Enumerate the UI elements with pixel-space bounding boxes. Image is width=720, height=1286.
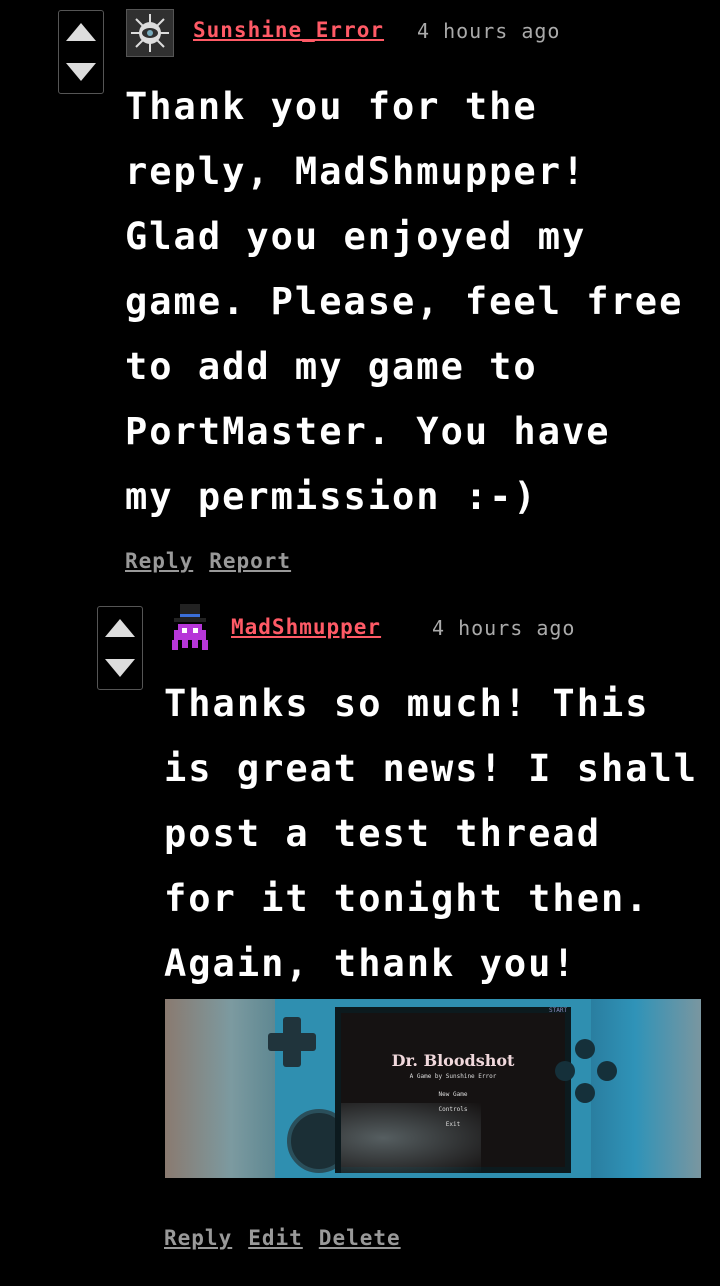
purple-invader-top-hat-icon xyxy=(172,604,208,650)
comment-body: Thanks so much! This is great news! I sh… xyxy=(164,682,699,985)
comment-timestamp: 4 hours ago xyxy=(432,616,576,640)
device-screen: Dr. Bloodshot A Game by Sunshine Error N… xyxy=(335,1007,571,1173)
eye-emblem-icon xyxy=(127,10,173,56)
delete-button[interactable]: Delete xyxy=(319,1226,401,1250)
downvote-button[interactable] xyxy=(66,63,96,81)
console-right-side xyxy=(591,999,701,1178)
game-title: Dr. Bloodshot xyxy=(391,1051,515,1070)
dpad-icon xyxy=(268,1033,316,1051)
avatar[interactable] xyxy=(126,9,174,57)
comment-actions: Reply Edit Delete xyxy=(164,1226,401,1250)
console-button-icon xyxy=(575,1083,595,1103)
comment-author[interactable]: Sunshine_Error xyxy=(193,18,384,42)
comment-author[interactable]: MadShmupper xyxy=(231,615,381,639)
comment-timestamp: 4 hours ago xyxy=(417,19,561,43)
upvote-button[interactable] xyxy=(105,619,135,637)
attached-image[interactable]: Dr. Bloodshot A Game by Sunshine Error N… xyxy=(165,999,701,1178)
vote-box xyxy=(97,606,143,690)
upvote-button[interactable] xyxy=(66,23,96,41)
edit-button[interactable]: Edit xyxy=(248,1226,303,1250)
report-button[interactable]: Report xyxy=(209,549,291,573)
comment-actions: Reply Report xyxy=(125,549,291,573)
reply-button[interactable]: Reply xyxy=(164,1226,232,1250)
game-menu-item: Exit xyxy=(445,1121,461,1128)
device-label: START xyxy=(549,1007,568,1014)
downvote-button[interactable] xyxy=(105,659,135,677)
screen-glare xyxy=(341,1103,481,1173)
game-menu-item: Controls xyxy=(438,1106,468,1113)
console-button-icon xyxy=(597,1061,617,1081)
console-button-icon xyxy=(555,1061,575,1081)
comment-body: Thank you for the reply, MadShmupper! Gl… xyxy=(125,85,684,518)
game-subtitle: A Game by Sunshine Error xyxy=(409,1073,497,1080)
image-left-blur xyxy=(165,999,275,1178)
avatar[interactable] xyxy=(166,604,214,652)
vote-box xyxy=(58,10,104,94)
console-button-icon xyxy=(575,1039,595,1059)
reply-button[interactable]: Reply xyxy=(125,549,193,573)
game-menu-item: New Game xyxy=(438,1091,468,1098)
